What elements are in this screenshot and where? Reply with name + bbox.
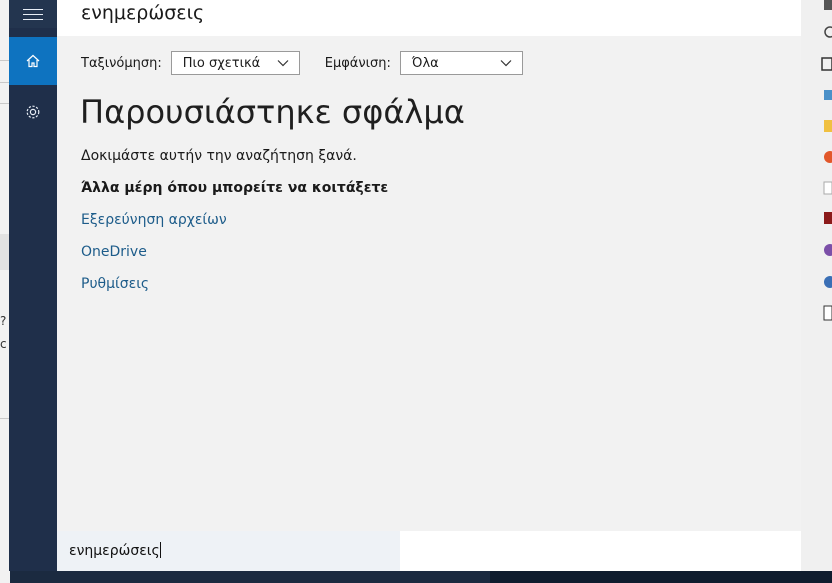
header: ενημερώσεις [57,0,801,36]
home-icon [26,54,40,68]
left-rail [9,0,57,571]
settings-button[interactable] [9,88,57,136]
chevron-down-icon [500,60,512,67]
link-settings[interactable]: Ρυθμίσεις [81,276,149,292]
background-text: c [0,337,7,351]
sort-value: Πιο σχετικά [182,55,261,71]
search-query-wrapper: ενημερώσεις [69,542,161,559]
show-value: Όλα [411,55,439,71]
retry-message: Δοκιμάστε αυτήν την αναζήτηση ξανά. [81,148,357,164]
page-title: ενημερώσεις [81,2,205,24]
menu-button[interactable] [9,0,57,28]
show-label: Εμφάνιση: [324,55,391,71]
hamburger-icon [23,5,43,24]
link-onedrive[interactable]: OneDrive [81,244,147,260]
chevron-down-icon [277,60,289,67]
text-caret [159,542,161,558]
sort-label: Ταξινόμηση: [81,55,162,71]
error-title: Παρουσιάστηκε σφάλμα [80,93,465,131]
background-text: ? [0,314,7,328]
taskbar-fragment [490,571,832,583]
search-input[interactable]: ενημερώσεις [57,531,400,571]
home-button[interactable] [9,37,57,85]
show-dropdown[interactable]: Όλα [399,51,523,75]
gear-icon [26,105,40,119]
search-query: ενημερώσεις [69,543,160,559]
background-desktop-icons [800,0,832,583]
sort-dropdown[interactable]: Πιο σχετικά [170,51,300,75]
other-places-heading: Άλλα μέρη όπου μπορείτε να κοιτάξετε [81,180,389,196]
search-panel: ενημερώσεις Ταξινόμηση: Πιο σχετικά Εμφά… [9,0,801,571]
link-file-explorer[interactable]: Εξερεύνηση αρχείων [81,212,227,228]
filter-bar: Ταξινόμηση: Πιο σχετικά Εμφάνιση: Όλα [81,50,523,76]
desktop-icons-strip [821,0,832,321]
search-bar: ενημερώσεις [57,531,801,571]
